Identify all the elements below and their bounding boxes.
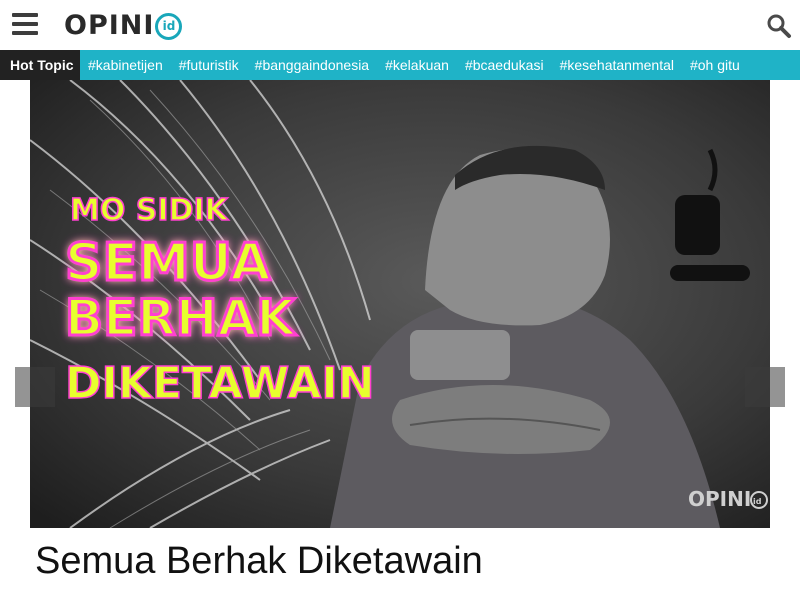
chevron-left-icon xyxy=(15,367,55,407)
image-headline-line2: SEMUA xyxy=(65,233,271,293)
image-watermark-badge: id xyxy=(753,497,762,506)
hot-topic-tag[interactable]: #kesehatanmental xyxy=(552,50,682,80)
hot-topic-tag[interactable]: #oh gitu xyxy=(682,50,748,80)
article-title[interactable]: Semua Berhak Diketawain xyxy=(35,540,483,583)
featured-image[interactable]: MO SIDIK SEMUA BERHAK DIKETAWAIN OPINI i… xyxy=(30,80,770,528)
hot-topic-label: Hot Topic xyxy=(0,50,80,80)
logo-text: OPINI xyxy=(64,9,155,41)
image-headline-line4: DIKETAWAIN xyxy=(65,358,375,409)
image-watermark: OPINI xyxy=(688,487,751,511)
hamburger-menu-icon[interactable] xyxy=(12,13,38,37)
image-headline-line1: MO SIDIK xyxy=(70,193,230,228)
slider-prev-button[interactable] xyxy=(15,367,55,407)
hot-topic-tag[interactable]: #banggaindonesia xyxy=(247,50,377,80)
image-headline-line3: BERHAK xyxy=(65,289,297,347)
site-logo[interactable]: OPINI id xyxy=(64,8,183,42)
hot-topic-tag[interactable]: #bcaedukasi xyxy=(457,50,552,80)
featured-slider: MO SIDIK SEMUA BERHAK DIKETAWAIN OPINI i… xyxy=(0,80,800,528)
search-icon[interactable] xyxy=(766,13,792,39)
hot-topic-tag[interactable]: #kelakuan xyxy=(377,50,457,80)
logo-badge: id xyxy=(155,12,183,40)
hot-topic-tags: #kabinetijen #futuristik #banggaindonesi… xyxy=(80,50,748,80)
hot-topic-tag[interactable]: #kabinetijen xyxy=(80,50,171,80)
chevron-right-icon xyxy=(745,367,785,407)
site-header: OPINI id xyxy=(0,0,800,50)
hot-topic-bar: Hot Topic #kabinetijen #futuristik #bang… xyxy=(0,50,800,80)
hot-topic-tag[interactable]: #futuristik xyxy=(171,50,247,80)
slider-next-button[interactable] xyxy=(745,367,785,407)
